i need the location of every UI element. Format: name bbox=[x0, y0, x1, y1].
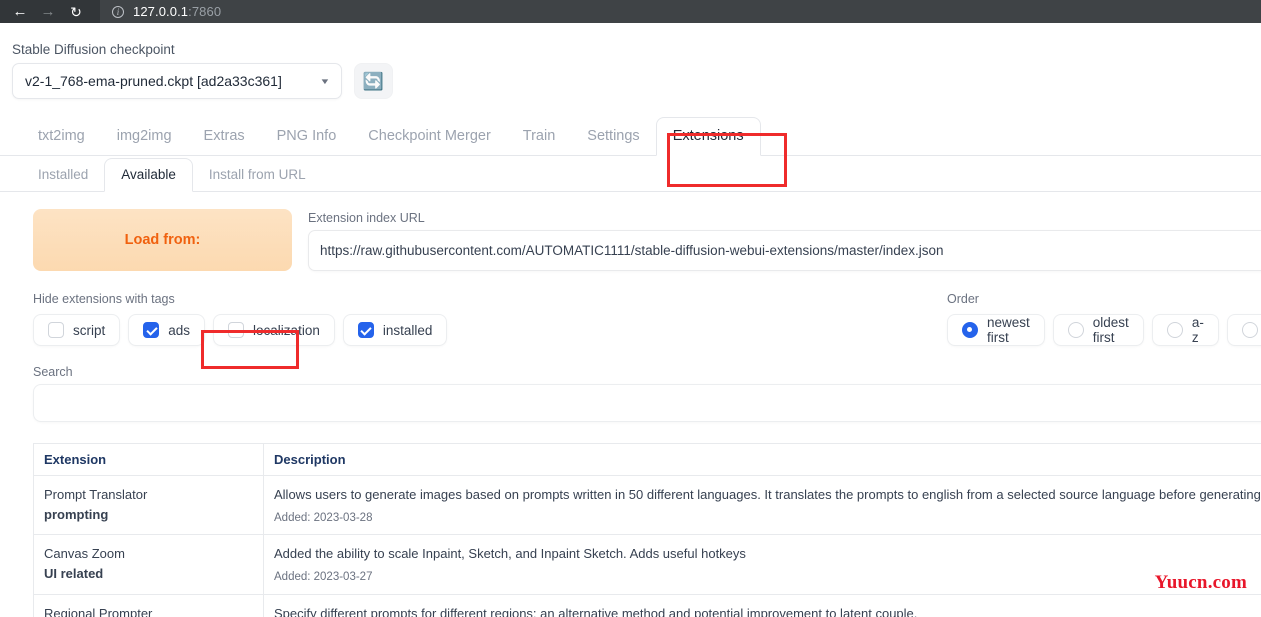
search-field: Search bbox=[0, 346, 1261, 422]
tab-extensions[interactable]: Extensions bbox=[655, 117, 761, 156]
hide-tags-checkbox-set: script ads localization installed bbox=[33, 314, 448, 346]
hide-tags-group: Hide extensions with tags script ads loc… bbox=[33, 292, 448, 346]
table-row[interactable]: Prompt Translator prompting Allows users… bbox=[33, 474, 1261, 536]
tab-settings[interactable]: Settings bbox=[571, 128, 655, 155]
load-from-button[interactable]: Load from: bbox=[33, 209, 292, 271]
checkbox-label-installed: installed bbox=[382, 322, 433, 338]
load-row: Load from: Extension index URL https://r… bbox=[0, 192, 1261, 271]
radio-label-oldest-first: oldest first bbox=[1092, 315, 1129, 345]
radio-label-a-z: a-z bbox=[1191, 315, 1204, 345]
radio-label-newest-first: newest first bbox=[987, 315, 1030, 345]
order-radio-set: newest first oldest first a-z bbox=[947, 314, 1261, 346]
extensions-sub-tab-bar: Installed Available Install from URL bbox=[0, 156, 1261, 192]
info-circle-icon[interactable]: i bbox=[112, 5, 124, 18]
tab-train[interactable]: Train bbox=[507, 128, 572, 155]
checkbox-label-script: script bbox=[73, 322, 106, 338]
table-row[interactable]: Canvas Zoom UI related Added the ability… bbox=[33, 534, 1261, 595]
refresh-icon: 🔄 bbox=[362, 71, 385, 91]
table-row[interactable]: Regional Prompter manipulations Specify … bbox=[33, 593, 1261, 617]
extension-name: Prompt Translator bbox=[44, 487, 148, 502]
checkbox-icon-script bbox=[48, 322, 64, 338]
extension-description: Specify different prompts for different … bbox=[274, 605, 918, 617]
tab-txt2img[interactable]: txt2img bbox=[22, 128, 101, 155]
search-input[interactable] bbox=[33, 384, 1261, 422]
url-port: :7860 bbox=[188, 4, 222, 19]
radio-newest-first[interactable]: newest first bbox=[947, 314, 1045, 346]
checkbox-script[interactable]: script bbox=[33, 314, 121, 346]
checkpoint-value: v2-1_768-ema-pruned.ckpt [ad2a33c361] bbox=[25, 73, 282, 89]
refresh-checkpoints-button[interactable]: 🔄 bbox=[354, 63, 393, 99]
extension-cell: Canvas Zoom UI related bbox=[33, 534, 264, 595]
radio-oldest-first[interactable]: oldest first bbox=[1052, 314, 1144, 346]
checkbox-ads[interactable]: ads bbox=[128, 314, 206, 346]
main-tab-bar: txt2img img2img Extras PNG Info Checkpoi… bbox=[0, 116, 1261, 156]
extensions-table-wrap: Extension Description Prompt Translator … bbox=[0, 422, 1261, 617]
table-header-description: Description bbox=[263, 443, 1261, 476]
checkpoint-row: v2-1_768-ema-pruned.ckpt [ad2a33c361] ▼ … bbox=[0, 63, 1261, 99]
radio-icon-a-z bbox=[1166, 322, 1183, 338]
description-cell: Allows users to generate images based on… bbox=[263, 474, 1261, 536]
checkbox-label-localization: localization bbox=[253, 322, 320, 338]
radio-icon-newest-first bbox=[962, 322, 978, 338]
extension-description: Added the ability to scale Inpaint, Sket… bbox=[274, 546, 746, 562]
checkpoint-label: Stable Diffusion checkpoint bbox=[12, 42, 175, 57]
checkbox-icon-localization bbox=[228, 322, 245, 338]
radio-clipped-option[interactable] bbox=[1226, 314, 1261, 346]
extension-name: Regional Prompter bbox=[44, 605, 153, 617]
radio-a-z[interactable]: a-z bbox=[1151, 314, 1219, 346]
order-label: Order bbox=[947, 292, 979, 306]
description-cell: Specify different prompts for different … bbox=[263, 593, 1261, 617]
checkpoint-dropdown[interactable]: v2-1_768-ema-pruned.ckpt [ad2a33c361] ▼ bbox=[12, 63, 342, 99]
extension-added-date: Added: 2023-03-28 bbox=[274, 511, 373, 524]
address-bar[interactable]: i 127.0.0.1:7860 bbox=[100, 0, 1261, 23]
address-bar-url: 127.0.0.1:7860 bbox=[133, 4, 221, 19]
table-header-extension: Extension bbox=[33, 443, 264, 476]
checkbox-installed[interactable]: installed bbox=[342, 314, 448, 346]
tab-checkpoint-merger[interactable]: Checkpoint Merger bbox=[352, 128, 507, 155]
filter-row: Hide extensions with tags script ads loc… bbox=[0, 271, 1261, 346]
extension-index-url-input[interactable]: https://raw.githubusercontent.com/AUTOMA… bbox=[308, 230, 1261, 271]
description-cell: Added the ability to scale Inpaint, Sket… bbox=[263, 534, 1261, 595]
tab-extras[interactable]: Extras bbox=[188, 128, 261, 155]
extension-tag: UI related bbox=[44, 566, 104, 582]
subtab-available[interactable]: Available bbox=[104, 158, 193, 192]
extension-added-date: Added: 2023-03-27 bbox=[274, 570, 373, 583]
tab-png-info[interactable]: PNG Info bbox=[261, 128, 353, 155]
extensions-table: Extension Description Prompt Translator … bbox=[33, 443, 1261, 617]
extension-name: Canvas Zoom bbox=[44, 546, 125, 562]
table-header-row: Extension Description bbox=[33, 443, 1261, 476]
webui-page: Stable Diffusion checkpoint v2-1_768-ema… bbox=[0, 23, 1261, 617]
extension-tag: prompting bbox=[44, 507, 109, 523]
extension-index-url-label: Extension index URL bbox=[308, 211, 425, 225]
extension-cell: Regional Prompter manipulations bbox=[33, 593, 264, 617]
checkbox-label-ads: ads bbox=[168, 322, 191, 338]
subtab-install-from-url[interactable]: Install from URL bbox=[193, 167, 322, 191]
radio-icon-oldest-first bbox=[1067, 322, 1084, 338]
browser-reload-icon[interactable]: ↻ bbox=[62, 0, 90, 23]
checkbox-localization[interactable]: localization bbox=[213, 314, 335, 346]
browser-toolbar: ← → ↻ i 127.0.0.1:7860 bbox=[0, 0, 1261, 23]
watermark-primary: Yuucn.com bbox=[1154, 572, 1247, 593]
search-label: Search bbox=[33, 365, 73, 379]
order-group: Order newest first oldest first a-z bbox=[947, 292, 1261, 346]
subtab-installed[interactable]: Installed bbox=[22, 167, 104, 191]
url-host: 127.0.0.1 bbox=[133, 4, 189, 19]
checkbox-icon-installed bbox=[357, 322, 374, 338]
hide-tags-label: Hide extensions with tags bbox=[33, 292, 175, 306]
radio-icon-clipped-option bbox=[1241, 322, 1258, 338]
tab-img2img[interactable]: img2img bbox=[101, 128, 188, 155]
checkbox-icon-ads bbox=[143, 322, 160, 338]
extension-description: Allows users to generate images based on… bbox=[274, 487, 1261, 502]
chevron-down-icon: ▼ bbox=[319, 76, 331, 86]
browser-forward-icon[interactable]: → bbox=[34, 0, 62, 23]
browser-back-icon[interactable]: ← bbox=[6, 0, 34, 23]
extension-cell: Prompt Translator prompting bbox=[33, 474, 264, 536]
extension-index-url-field: Extension index URL https://raw.githubus… bbox=[308, 209, 1261, 271]
